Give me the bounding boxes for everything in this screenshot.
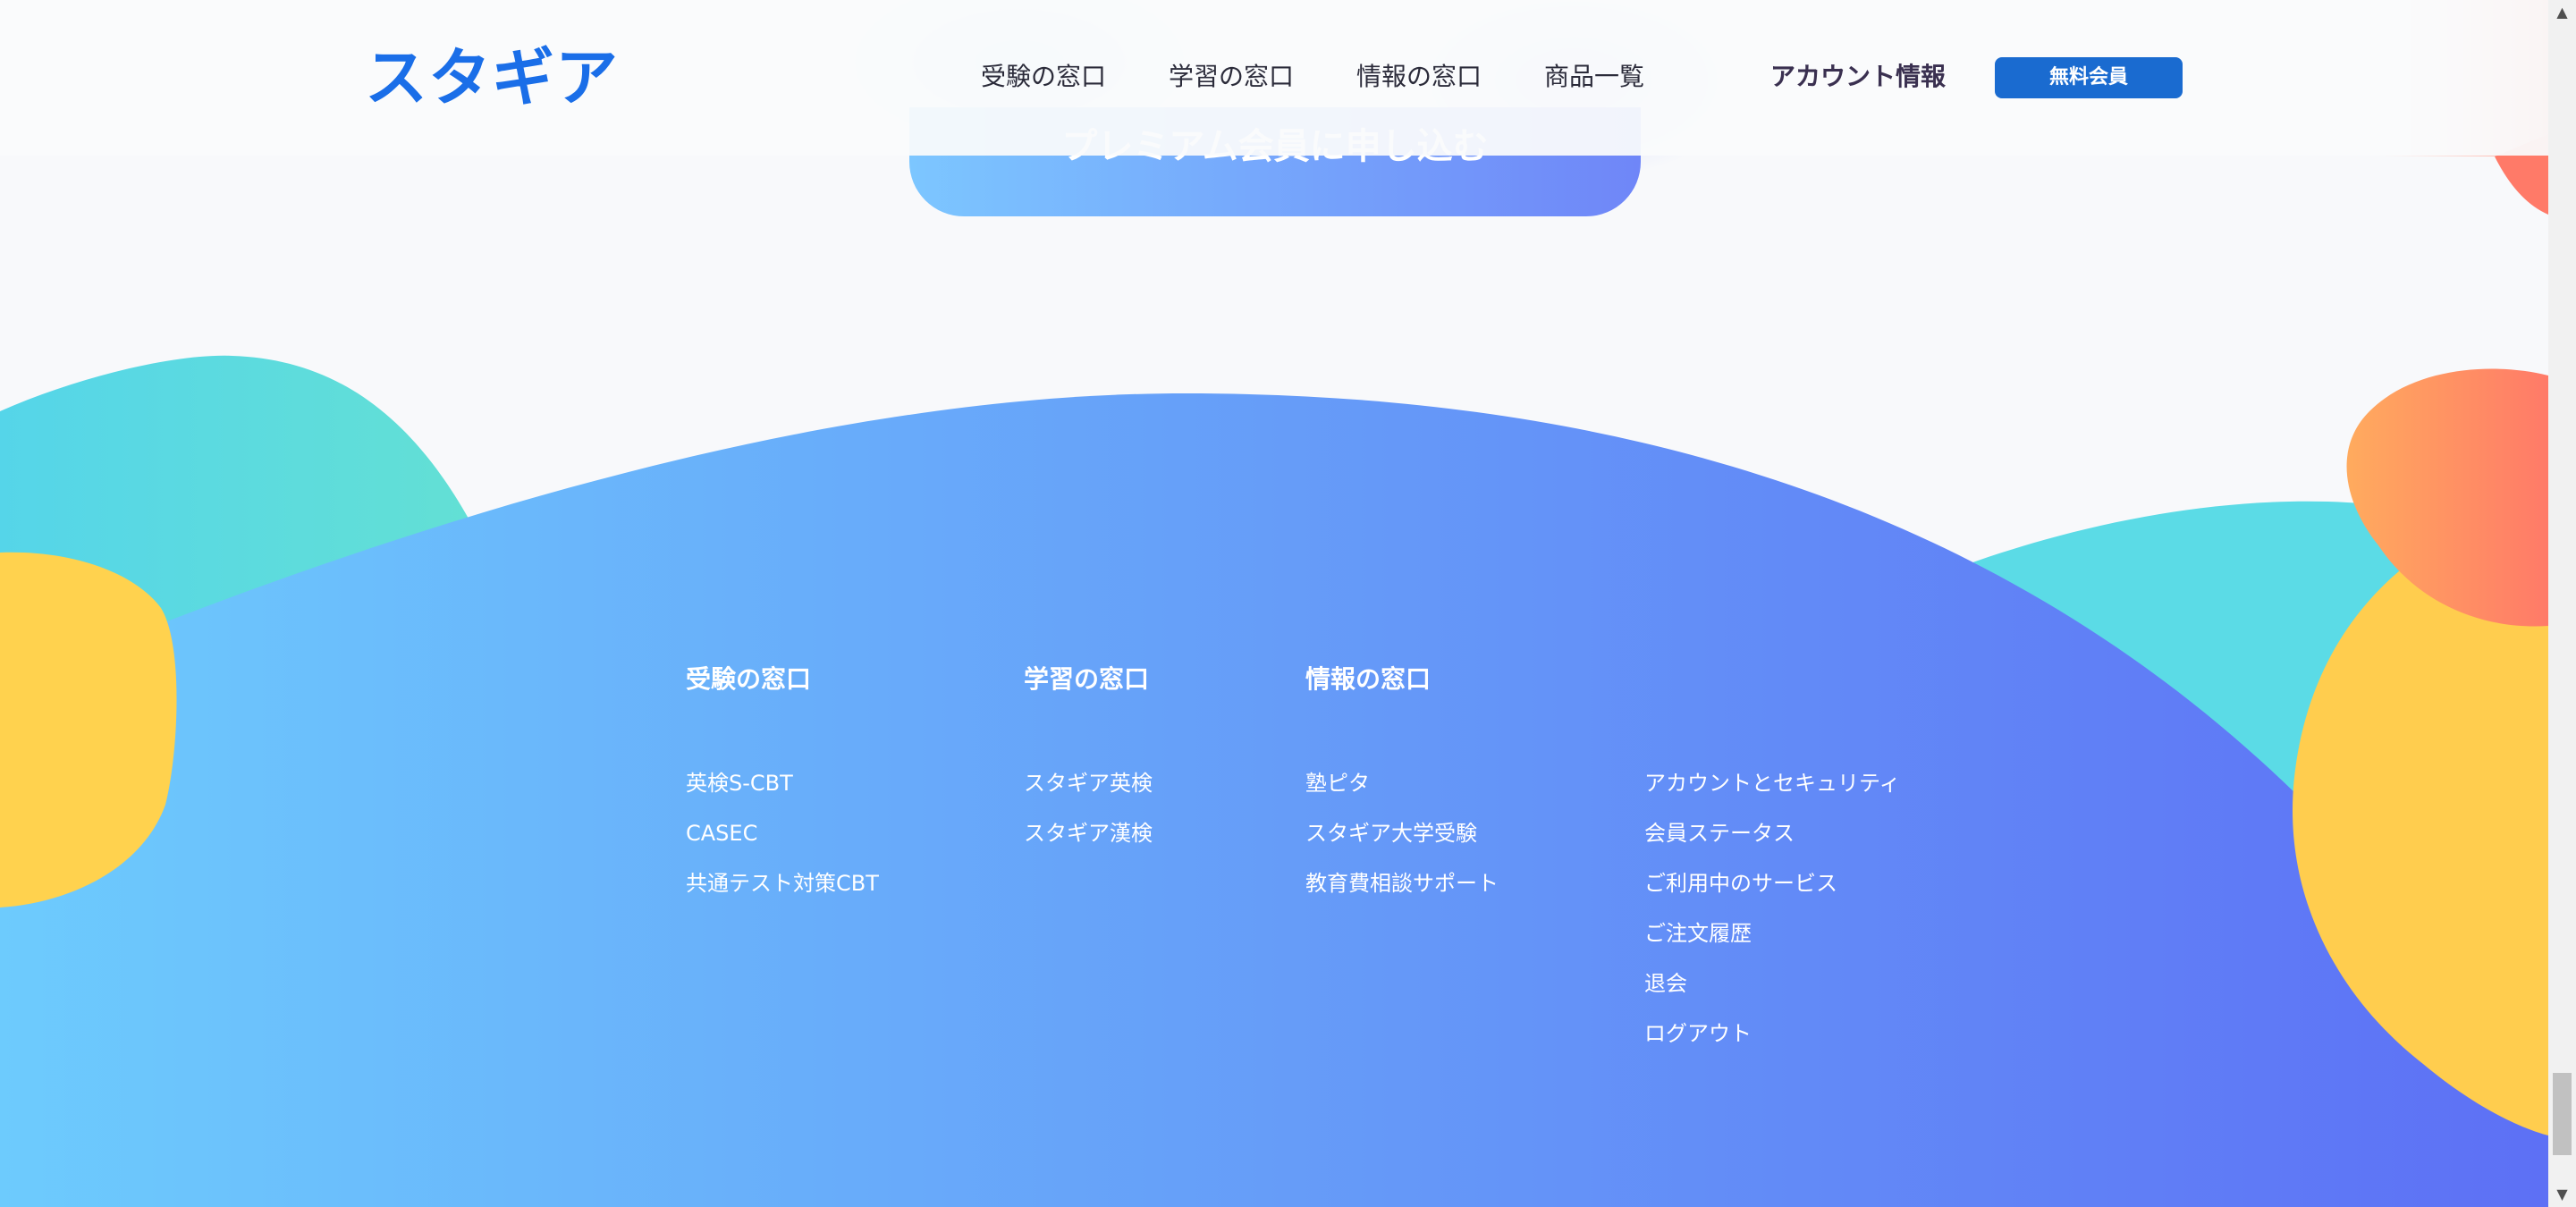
- account-info-link[interactable]: アカウント情報: [1770, 59, 1946, 95]
- footer-link-member-status[interactable]: 会員ステータス: [1644, 819, 1795, 848]
- nav-products[interactable]: 商品一覧: [1544, 59, 1644, 95]
- footer-heading-study: 学習の窓口: [1024, 664, 1150, 694]
- footer-link-order-history[interactable]: ご注文履歴: [1644, 919, 1752, 948]
- footer-link-eiken-scbt[interactable]: 英検S-CBT: [686, 769, 793, 798]
- footer-link-stagear-kanken[interactable]: スタギア漢検: [1024, 819, 1153, 848]
- site-logo[interactable]: スタギア: [365, 46, 619, 109]
- footer-column-exam: 受験の窓口 英検S-CBT CASEC 共通テスト対策CBT: [686, 663, 972, 932]
- footer-link-stagear-eiken[interactable]: スタギア英検: [1024, 769, 1153, 798]
- footer-link-jukupita[interactable]: 塾ピタ: [1305, 769, 1370, 798]
- footer-column-study: 学習の窓口 スタギア英検 スタギア漢検: [1024, 663, 1274, 932]
- footer-column-account: アカウントとセキュリティ 会員ステータス ご利用中のサービス ご注文履歴 退会 …: [1644, 663, 1966, 1057]
- footer-link-logout[interactable]: ログアウト: [1644, 1019, 1752, 1048]
- nav-info-window[interactable]: 情報の窓口: [1356, 59, 1482, 95]
- scrollbar-thumb[interactable]: [2553, 1073, 2572, 1155]
- scroll-up-arrow-icon[interactable]: ▲: [2548, 0, 2576, 25]
- site-header: スタギア 受験の窓口 学習の窓口 情報の窓口 商品一覧 アカウント情報 無料会員: [0, 0, 2548, 156]
- footer-link-withdraw[interactable]: 退会: [1644, 969, 1687, 998]
- footer-link-casec[interactable]: CASEC: [686, 819, 757, 848]
- free-member-button[interactable]: 無料会員: [1995, 57, 2183, 98]
- footer-column-info: 情報の窓口 塾ピタ スタギア大学受験 教育費相談サポート: [1305, 663, 1609, 932]
- footer-link-services-in-use[interactable]: ご利用中のサービス: [1644, 869, 1837, 898]
- footer-heading-info: 情報の窓口: [1305, 664, 1432, 694]
- footer-link-common-test-cbt[interactable]: 共通テスト対策CBT: [686, 869, 879, 898]
- page-scrollbar[interactable]: ▲ ▼: [2548, 0, 2576, 1207]
- footer-link-university-exam[interactable]: スタギア大学受験: [1305, 819, 1477, 848]
- nav-study-window[interactable]: 学習の窓口: [1169, 59, 1294, 95]
- footer-link-education-cost-support[interactable]: 教育費相談サポート: [1305, 869, 1499, 898]
- nav-exam-window[interactable]: 受験の窓口: [981, 59, 1106, 95]
- footer-heading-exam: 受験の窓口: [686, 664, 812, 694]
- scroll-down-arrow-icon[interactable]: ▼: [2548, 1182, 2576, 1207]
- footer-link-account-security[interactable]: アカウントとセキュリティ: [1644, 769, 1901, 798]
